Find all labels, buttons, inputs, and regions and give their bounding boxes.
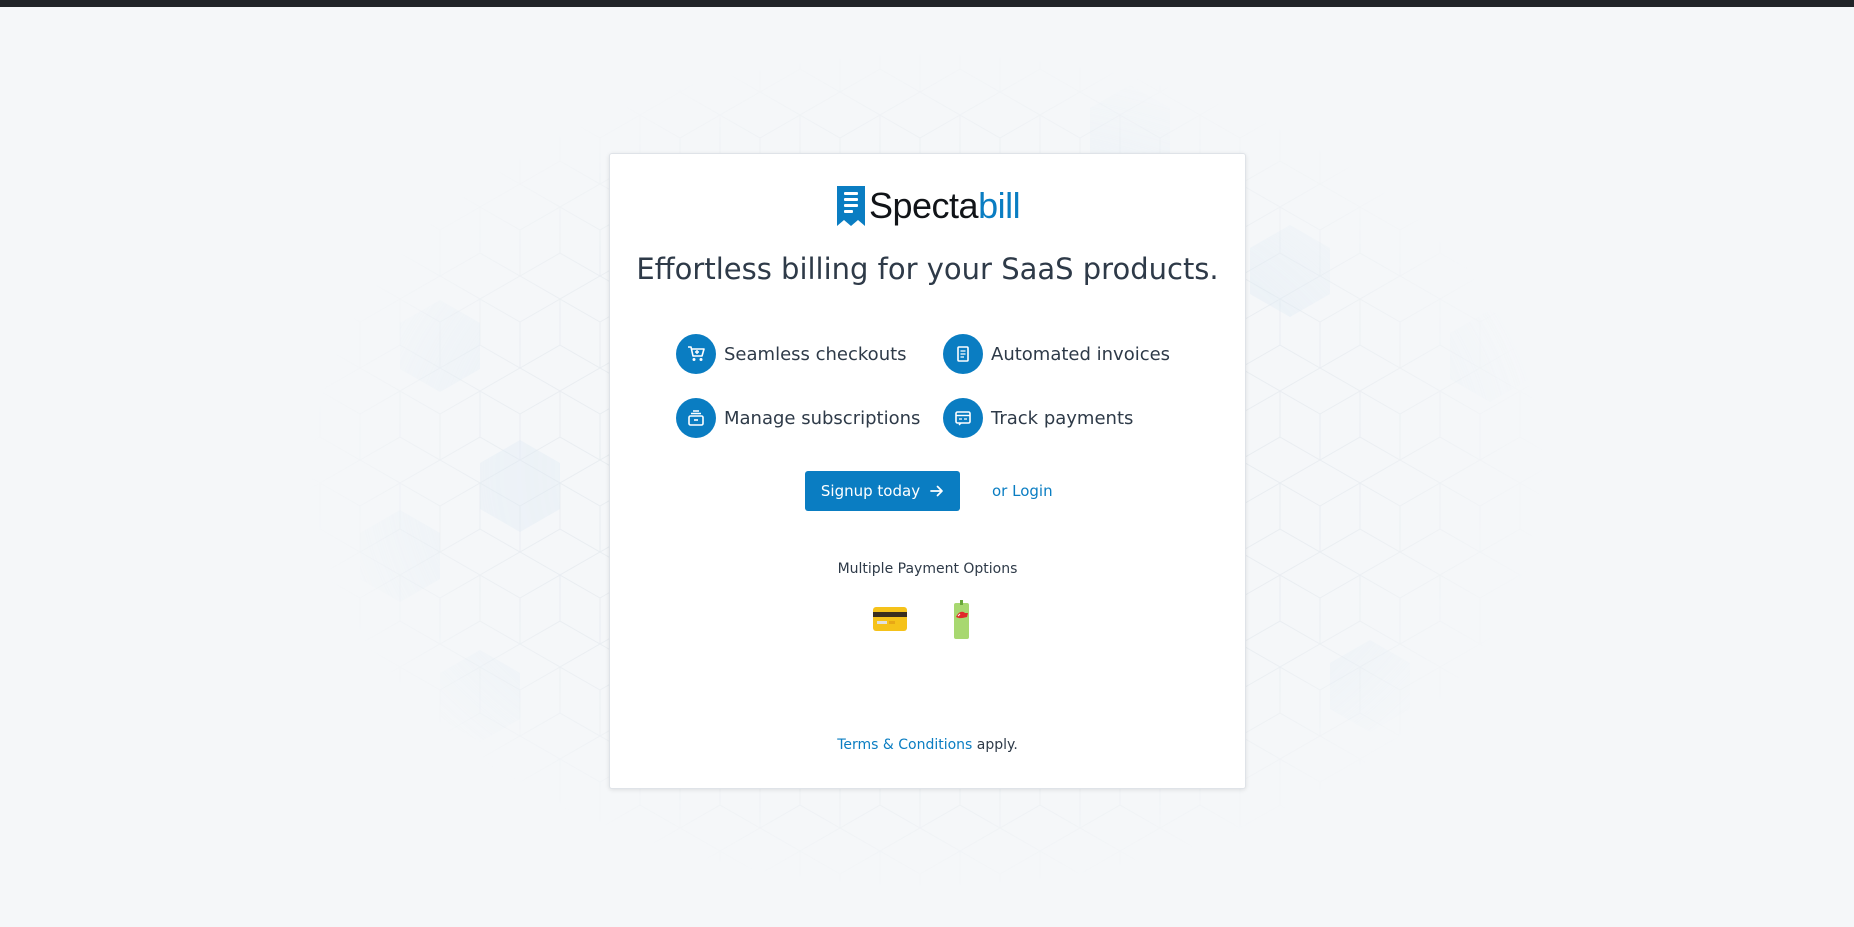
cart-icon — [676, 334, 716, 374]
feature-manage-subscriptions: Manage subscriptions — [676, 398, 920, 438]
feature-label: Automated invoices — [991, 343, 1171, 365]
signup-button-label: Signup today — [820, 482, 921, 500]
login-link[interactable]: or Login — [992, 481, 1053, 501]
mobile-money-icon — [954, 600, 969, 639]
brand-logo[interactable]: Spectabill — [836, 185, 1021, 227]
feature-label: Manage subscriptions — [724, 407, 921, 429]
payment-options-title: Multiple Payment Options — [837, 561, 1018, 577]
feature-label: Seamless checkouts — [724, 343, 907, 365]
receipt-logo-icon — [837, 186, 865, 226]
feature-label: Track payments — [991, 407, 1134, 429]
subscription-box-icon — [676, 398, 716, 438]
brand-name-dark: Specta — [869, 185, 979, 226]
invoice-icon — [943, 334, 983, 374]
credit-card-icon — [873, 607, 907, 631]
payment-tracker-icon — [943, 398, 983, 438]
brand-wordmark: Spectabill — [869, 185, 1021, 227]
terms-conditions-link[interactable]: Terms & Conditions — [837, 737, 972, 753]
feature-automated-invoices: Automated invoices — [943, 334, 1170, 374]
signup-button[interactable]: Signup today — [805, 471, 960, 511]
terms-notice: Terms & Conditions apply. — [610, 735, 1245, 755]
terms-suffix: apply. — [972, 737, 1018, 753]
signup-card: Spectabill Effortless billing for your S… — [609, 153, 1246, 789]
feature-seamless-checkouts: Seamless checkouts — [676, 334, 907, 374]
brand-name-blue: bill — [978, 185, 1021, 226]
page-tagline: Effortless billing for your SaaS product… — [636, 252, 1219, 286]
arrow-right-icon — [930, 485, 943, 497]
feature-track-payments: Track payments — [943, 398, 1133, 438]
